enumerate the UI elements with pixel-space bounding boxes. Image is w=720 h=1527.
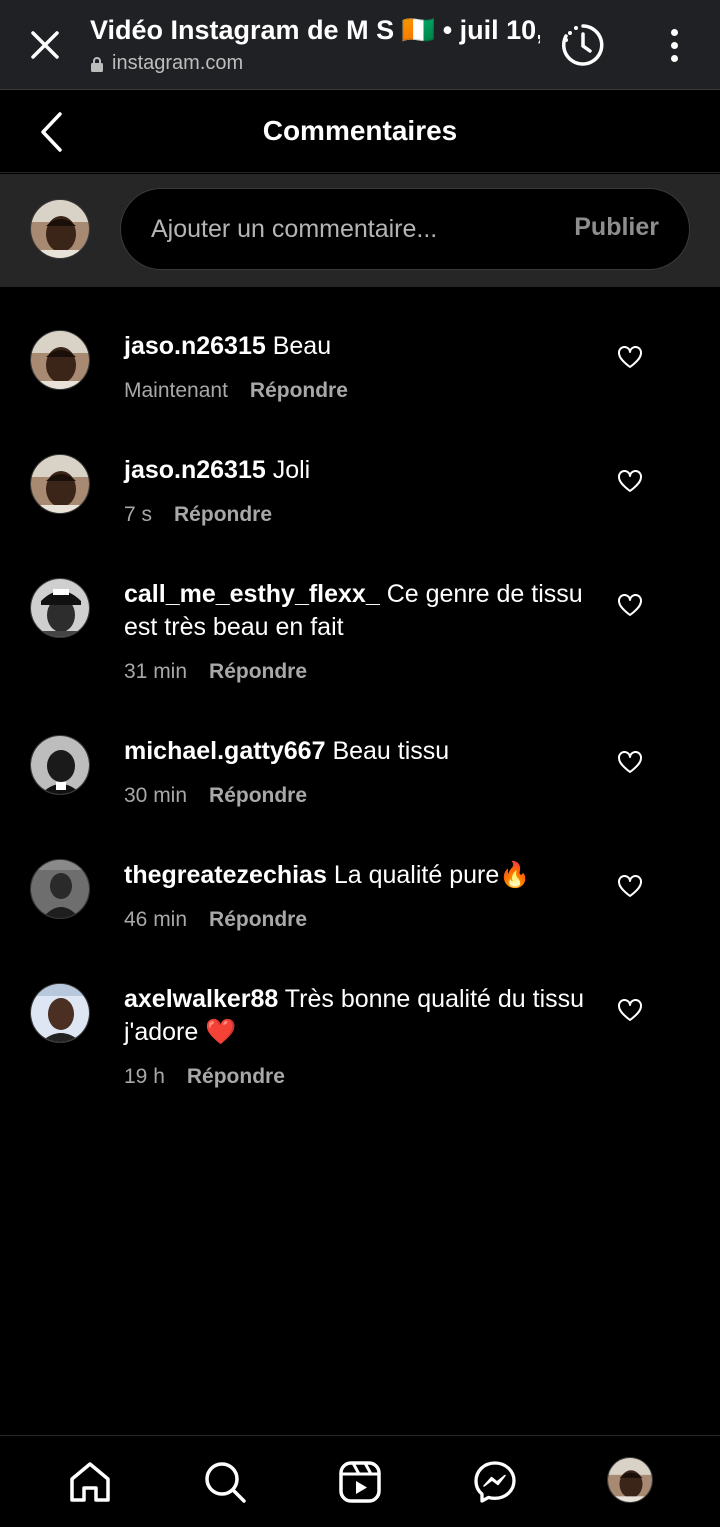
comment-text: thegreatezechias La qualité pure🔥 [124, 859, 594, 892]
comment-time: 7 s [124, 503, 153, 526]
heart-icon [618, 346, 642, 368]
history-button[interactable] [558, 20, 608, 70]
nav-home[interactable] [66, 1458, 114, 1506]
comment-meta: 31 min Répondre [124, 660, 307, 684]
browser-url-text: instagram.com [112, 52, 244, 74]
browser-bar: Vidéo Instagram de M S 🇨🇮 • juil 10, ins… [0, 0, 720, 90]
comment-username[interactable]: call_me_esthy_flexx_ [124, 580, 380, 608]
search-icon [205, 1462, 246, 1503]
reply-button[interactable]: Répondre [250, 379, 348, 403]
menu-dot [670, 41, 678, 49]
heart-icon [618, 594, 642, 616]
browser-menu-button[interactable] [656, 22, 692, 68]
avatar[interactable] [30, 983, 90, 1043]
avatar[interactable] [30, 454, 90, 514]
comment-time: 31 min [124, 660, 188, 683]
comment-text: michael.gatty667 Beau tissu [124, 735, 594, 768]
like-button[interactable] [617, 346, 643, 370]
avatar[interactable] [30, 330, 90, 390]
avatar[interactable] [30, 735, 90, 795]
like-button[interactable] [617, 594, 643, 618]
comment-meta: Maintenant Répondre [124, 379, 348, 403]
profile-avatar [607, 1457, 653, 1503]
avatar[interactable] [30, 578, 90, 638]
comment-meta: 7 s Répondre [124, 503, 272, 527]
reply-button[interactable]: Répondre [209, 660, 307, 684]
messenger-icon [474, 1461, 516, 1503]
like-button[interactable] [617, 751, 643, 775]
nav-search[interactable] [201, 1458, 249, 1506]
menu-dot [670, 54, 678, 62]
current-user-avatar[interactable] [30, 199, 90, 259]
home-icon [70, 1462, 110, 1502]
lock-icon [91, 56, 103, 72]
nav-messenger[interactable] [471, 1458, 519, 1506]
reply-button[interactable]: Répondre [209, 908, 307, 932]
comment-time: 19 h [124, 1065, 165, 1088]
comment-time: Maintenant [124, 379, 228, 402]
nav-profile[interactable] [606, 1456, 654, 1504]
comment-text: axelwalker88 Très bonne qualité du tissu… [124, 983, 594, 1049]
browser-page-title: Vidéo Instagram de M S 🇨🇮 • juil 10, [90, 15, 540, 45]
like-button[interactable] [617, 875, 643, 899]
comment-composer: Publier [0, 174, 720, 287]
reply-button[interactable]: Répondre [209, 784, 307, 808]
heart-icon [618, 470, 642, 492]
comment-meta: 46 min Répondre [124, 908, 307, 932]
nav-reels[interactable] [336, 1458, 384, 1506]
comment-username[interactable]: axelwalker88 [124, 985, 278, 1013]
publish-button[interactable]: Publier [574, 213, 659, 242]
comment-username[interactable]: thegreatezechias [124, 861, 327, 889]
heart-icon [618, 999, 642, 1021]
comment-username[interactable]: michael.gatty667 [124, 737, 326, 765]
bottom-nav [0, 1435, 720, 1527]
page-title: Commentaires [262, 115, 458, 146]
comment-input[interactable] [151, 189, 551, 269]
like-button[interactable] [617, 470, 643, 494]
comments-header: Commentaires [0, 91, 720, 173]
menu-dot [670, 28, 678, 36]
comment-username[interactable]: jaso.n26315 [124, 332, 266, 360]
reels-icon [339, 1461, 381, 1503]
close-icon [31, 31, 59, 59]
reply-button[interactable]: Répondre [174, 503, 272, 527]
like-button[interactable] [617, 999, 643, 1023]
comment-meta: 30 min Répondre [124, 784, 307, 808]
history-icon [562, 24, 604, 66]
comment-meta: 19 h Répondre [124, 1065, 285, 1089]
comment-body: La qualité pure🔥 [333, 861, 531, 889]
comment-input-container: Publier [120, 188, 690, 270]
comment-body: Beau tissu [332, 737, 450, 765]
avatar[interactable] [30, 859, 90, 919]
comment-time: 46 min [124, 908, 188, 931]
heart-icon [618, 751, 642, 773]
comment-text: jaso.n26315 Beau [124, 330, 594, 363]
reply-button[interactable]: Répondre [187, 1065, 285, 1089]
browser-url: instagram.com [90, 52, 243, 75]
comment-time: 30 min [124, 784, 188, 807]
comment-text: jaso.n26315 Joli [124, 454, 594, 487]
comment-text: call_me_esthy_flexx_ Ce genre de tissu e… [124, 578, 594, 644]
comment-username[interactable]: jaso.n26315 [124, 456, 266, 484]
comment-body: Beau [272, 332, 332, 360]
comment-body: Joli [272, 456, 311, 484]
heart-icon [618, 875, 642, 897]
close-tab-button[interactable] [22, 22, 68, 68]
